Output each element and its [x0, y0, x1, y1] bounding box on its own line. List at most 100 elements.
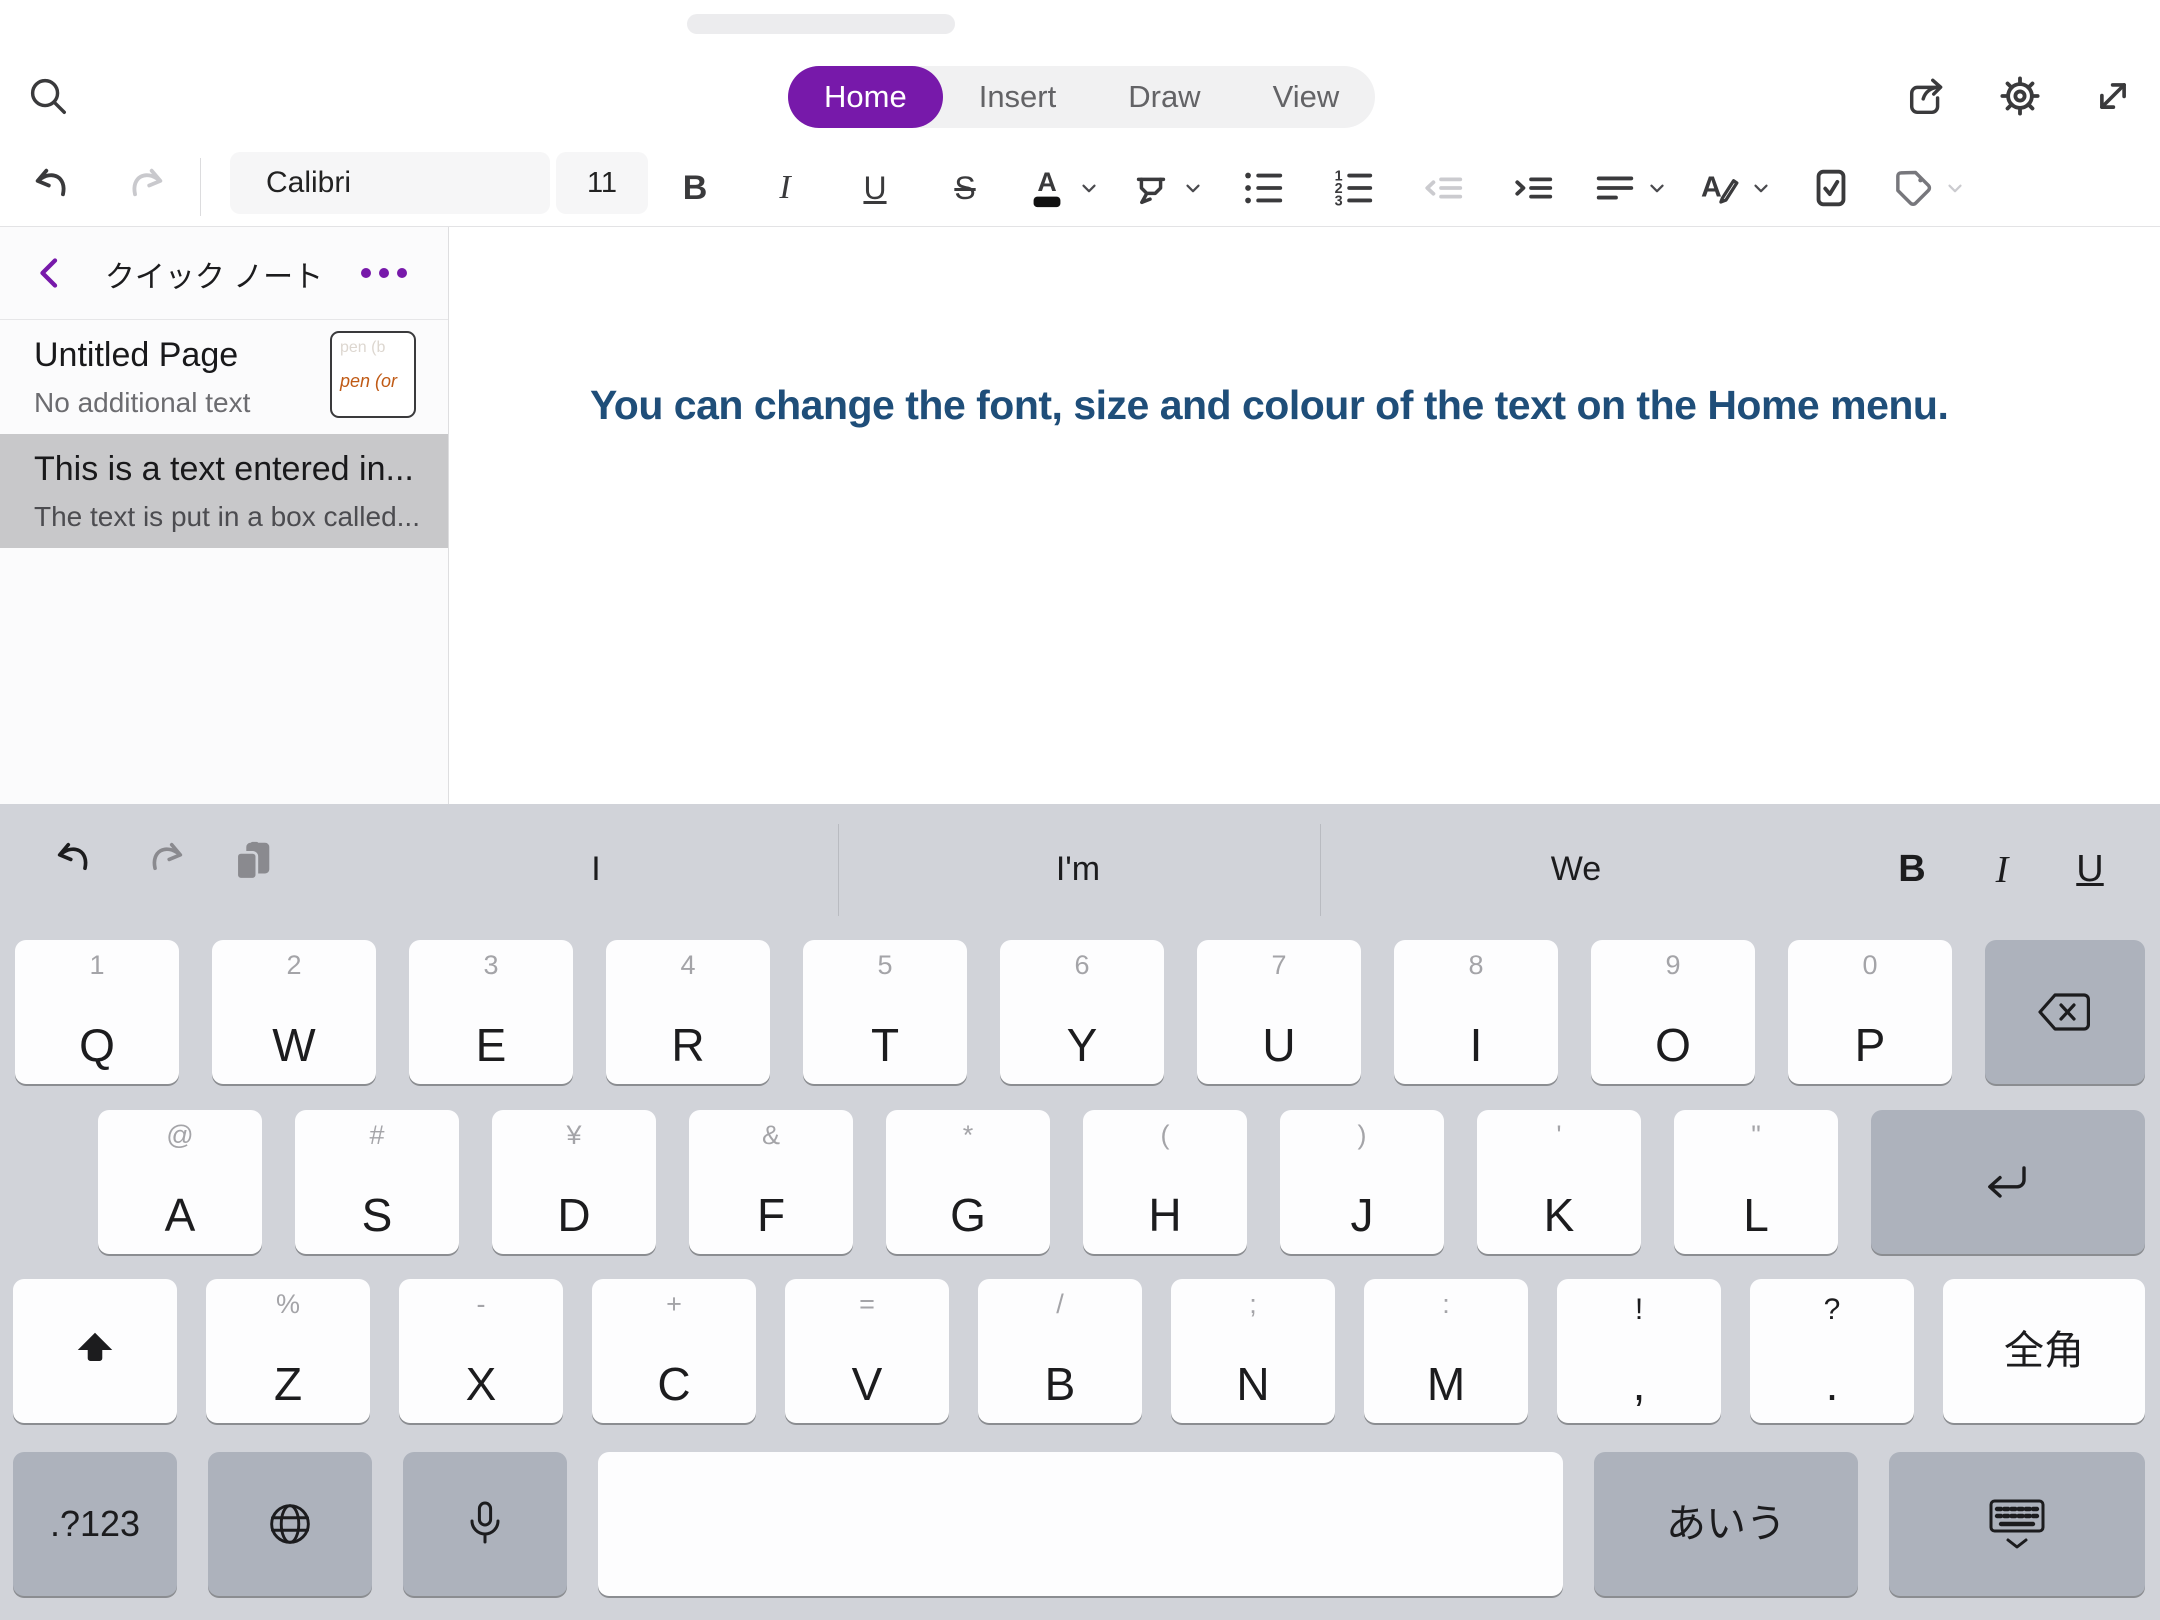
key-hint: - [399, 1289, 563, 1320]
numbered-list-button[interactable]: 1 2 3 [1322, 157, 1384, 219]
key-hint: : [1364, 1289, 1528, 1320]
outdent-button[interactable] [1412, 157, 1474, 219]
return-icon [1981, 1162, 2035, 1202]
key-C[interactable]: +C [592, 1279, 756, 1423]
key-mic[interactable] [403, 1452, 567, 1596]
keyboard-italic-button[interactable]: I [1974, 804, 2030, 935]
undo-icon[interactable] [30, 164, 76, 210]
key-W[interactable]: 2W [212, 940, 376, 1084]
key-F[interactable]: &F [689, 1110, 853, 1254]
tab-view[interactable]: View [1237, 66, 1376, 128]
key-hint: 7 [1197, 950, 1361, 981]
key-hint: ! [1557, 1293, 1721, 1327]
key-K[interactable]: 'K [1477, 1110, 1641, 1254]
key-Y[interactable]: 6Y [1000, 940, 1164, 1084]
key-hint: = [785, 1289, 949, 1320]
suggestion-2[interactable]: I'm [968, 804, 1188, 935]
italic-button[interactable]: I [754, 157, 816, 219]
key-V[interactable]: =V [785, 1279, 949, 1423]
key-G[interactable]: *G [886, 1110, 1050, 1254]
key-zenkaku[interactable]: 全角 [1943, 1279, 2145, 1423]
keyboard-undo-icon[interactable] [52, 838, 98, 884]
keyboard-underline-button[interactable]: U [2062, 804, 2118, 935]
key-D[interactable]: ¥D [492, 1110, 656, 1254]
globe-icon [265, 1499, 315, 1549]
key-U[interactable]: 7U [1197, 940, 1361, 1084]
key-label: L [1674, 1192, 1838, 1238]
suggestion-3[interactable]: We [1466, 804, 1686, 935]
tab-draw[interactable]: Draw [1092, 66, 1236, 128]
key-J[interactable]: )J [1280, 1110, 1444, 1254]
key-Z[interactable]: %Z [206, 1279, 370, 1423]
key-H[interactable]: (H [1083, 1110, 1247, 1254]
key-hint: @ [98, 1120, 262, 1151]
key-I[interactable]: 8I [1394, 940, 1558, 1084]
page-list-item-selected[interactable]: This is a text entered in... The text is… [0, 434, 448, 548]
key-R[interactable]: 4R [606, 940, 770, 1084]
key-dismiss[interactable] [1889, 1452, 2145, 1596]
key-hint: ( [1083, 1120, 1247, 1151]
tab-home[interactable]: Home [788, 66, 943, 128]
mic-icon [462, 1499, 508, 1549]
more-options-icon[interactable] [356, 257, 412, 289]
highlighter-button[interactable] [1128, 157, 1204, 219]
key-kana[interactable]: あいう [1594, 1452, 1858, 1596]
page-list-item-untitled[interactable]: Untitled Page No additional text pen (b … [0, 320, 448, 434]
note-canvas[interactable]: You can change the font, size and colour… [450, 227, 2160, 804]
key-shift[interactable] [13, 1279, 177, 1423]
alignment-button[interactable] [1592, 157, 1668, 219]
strikethrough-button[interactable]: S [934, 157, 996, 219]
key-label: あいう [1594, 1504, 1858, 1544]
key-label: C [592, 1361, 756, 1407]
bold-button[interactable]: B [664, 157, 726, 219]
tab-insert[interactable]: Insert [943, 66, 1093, 128]
key-symbols[interactable]: .?123 [13, 1452, 177, 1596]
key-label: K [1477, 1192, 1641, 1238]
key-N[interactable]: ;N [1171, 1279, 1335, 1423]
key-X[interactable]: -X [399, 1279, 563, 1423]
keyboard-redo-icon[interactable] [142, 838, 188, 884]
note-text[interactable]: You can change the font, size and colour… [590, 382, 1948, 429]
font-size-field[interactable]: 11 [556, 152, 648, 214]
key-M[interactable]: :M [1364, 1279, 1528, 1423]
key-globe[interactable] [208, 1452, 372, 1596]
key-backspace[interactable] [1985, 940, 2145, 1084]
todo-checkbox-button[interactable] [1800, 157, 1862, 219]
svg-text:A: A [1037, 167, 1056, 197]
expand-icon[interactable] [2090, 73, 2136, 119]
key-Q[interactable]: 1Q [15, 940, 179, 1084]
key-label: U [1197, 1022, 1361, 1068]
tag-button[interactable] [1890, 157, 1966, 219]
settings-gear-icon[interactable] [1997, 73, 2043, 119]
key-O[interactable]: 9O [1591, 940, 1755, 1084]
key-label: E [409, 1022, 573, 1068]
key-S[interactable]: #S [295, 1110, 459, 1254]
search-icon[interactable] [24, 72, 70, 118]
share-icon[interactable] [1905, 73, 1951, 119]
keyboard-bold-button[interactable]: B [1884, 804, 1940, 935]
key-B[interactable]: /B [978, 1279, 1142, 1423]
underline-button[interactable]: U [844, 157, 906, 219]
key-space[interactable] [598, 1452, 1563, 1596]
key-E[interactable]: 3E [409, 940, 573, 1084]
key-T[interactable]: 5T [803, 940, 967, 1084]
key-comma-exclamation[interactable]: !, [1557, 1279, 1721, 1423]
indent-button[interactable] [1502, 157, 1564, 219]
redo-icon[interactable] [122, 164, 168, 210]
key-P[interactable]: 0P [1788, 940, 1952, 1084]
font-color-button[interactable]: A [1024, 157, 1100, 219]
styles-button[interactable]: A [1696, 157, 1772, 219]
key-label: B [978, 1361, 1142, 1407]
key-A[interactable]: @A [98, 1110, 262, 1254]
key-L[interactable]: "L [1674, 1110, 1838, 1254]
key-label: V [785, 1361, 949, 1407]
back-chevron-icon[interactable] [30, 251, 70, 295]
key-return[interactable] [1871, 1110, 2145, 1254]
key-label: H [1083, 1192, 1247, 1238]
font-name-field[interactable]: Calibri [230, 152, 550, 214]
key-period-question[interactable]: ?. [1750, 1279, 1914, 1423]
suggestion-1[interactable]: I [486, 804, 706, 935]
paste-clipboard-icon[interactable] [230, 838, 276, 884]
key-label: S [295, 1192, 459, 1238]
bullet-list-button[interactable] [1232, 157, 1294, 219]
